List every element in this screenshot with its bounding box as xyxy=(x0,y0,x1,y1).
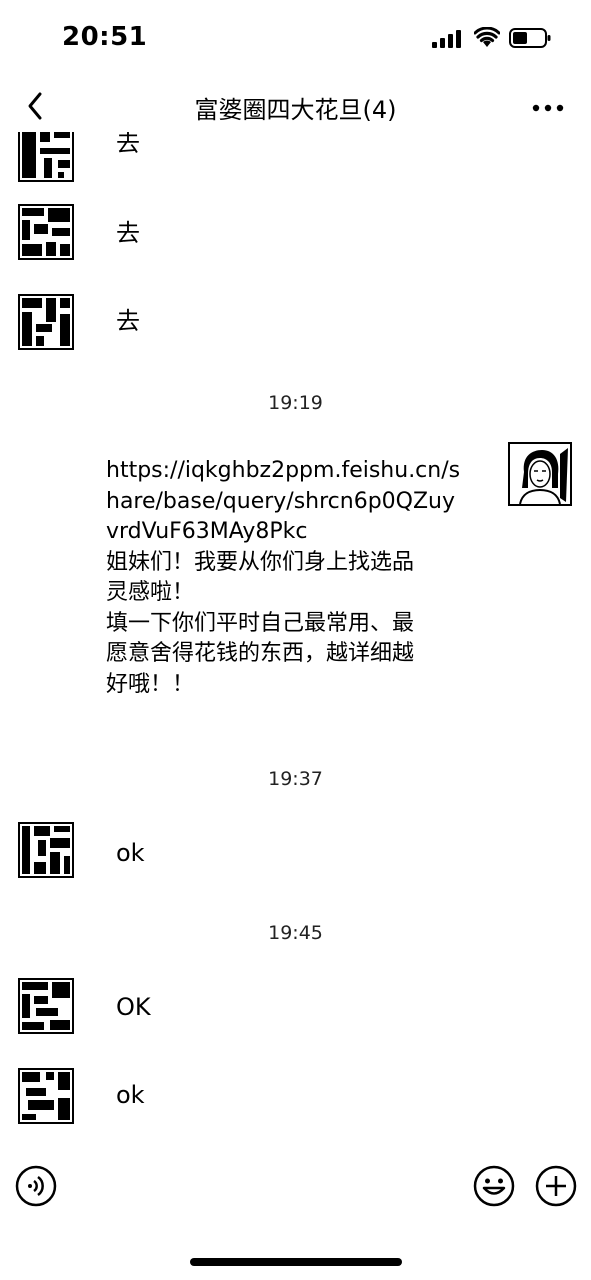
timestamp: 19:37 xyxy=(268,768,323,790)
avatar[interactable] xyxy=(18,294,74,350)
emoji-icon[interactable] xyxy=(472,1164,516,1208)
status-time: 20:51 xyxy=(62,22,148,52)
message-line: 填一下你们平时自己最常用、最 xyxy=(106,610,415,636)
message-text: ok xyxy=(116,839,145,867)
message-line: 好哦！！ xyxy=(106,671,195,697)
message-line: https://iqkghbz2ppm.feishu.cn/s xyxy=(106,458,461,483)
avatar[interactable] xyxy=(18,132,74,182)
timestamp: 19:19 xyxy=(268,392,323,414)
message-line: 灵感啦！ xyxy=(106,580,195,605)
more-options-icon[interactable] xyxy=(526,88,570,124)
message-line: vrdVuF63MAy8Pkc xyxy=(106,519,308,544)
message-text: OK xyxy=(116,993,151,1021)
status-bar: 20:51 xyxy=(0,0,591,80)
message-text: 去 xyxy=(116,132,140,157)
plus-icon[interactable] xyxy=(534,1164,578,1208)
self-avatar[interactable] xyxy=(508,442,572,506)
avatar[interactable] xyxy=(18,204,74,260)
message-text: ok xyxy=(116,1081,145,1109)
message-text: 去 xyxy=(116,219,140,247)
self-message-text[interactable]: https://iqkghbz2ppm.feishu.cn/s hare/bas… xyxy=(106,456,476,700)
chat-header: 富婆圈四大花旦(4) xyxy=(0,80,591,132)
voice-icon[interactable] xyxy=(14,1164,58,1208)
input-bar xyxy=(0,1150,591,1230)
message-line: 姐妹们！我要从你们身上找选品 xyxy=(106,549,415,575)
message-line: hare/base/query/shrcn6p0QZuy xyxy=(106,488,456,514)
battery-icon xyxy=(509,28,551,48)
message-line: 愿意舍得花钱的东西，越详细越 xyxy=(106,641,415,666)
avatar[interactable] xyxy=(18,978,74,1034)
message-text: 去 xyxy=(116,307,140,335)
wifi-icon xyxy=(474,27,500,47)
chat-title: 富婆圈四大花旦(4) xyxy=(194,96,397,124)
avatar[interactable] xyxy=(18,1068,74,1124)
cellular-signal-icon xyxy=(432,30,461,48)
message-list[interactable]: 去 去 去 19:19 https://iqkghbz2ppm.feishu.c… xyxy=(0,132,591,1142)
timestamp: 19:45 xyxy=(268,922,323,944)
avatar[interactable] xyxy=(18,822,74,878)
home-indicator xyxy=(190,1258,402,1266)
